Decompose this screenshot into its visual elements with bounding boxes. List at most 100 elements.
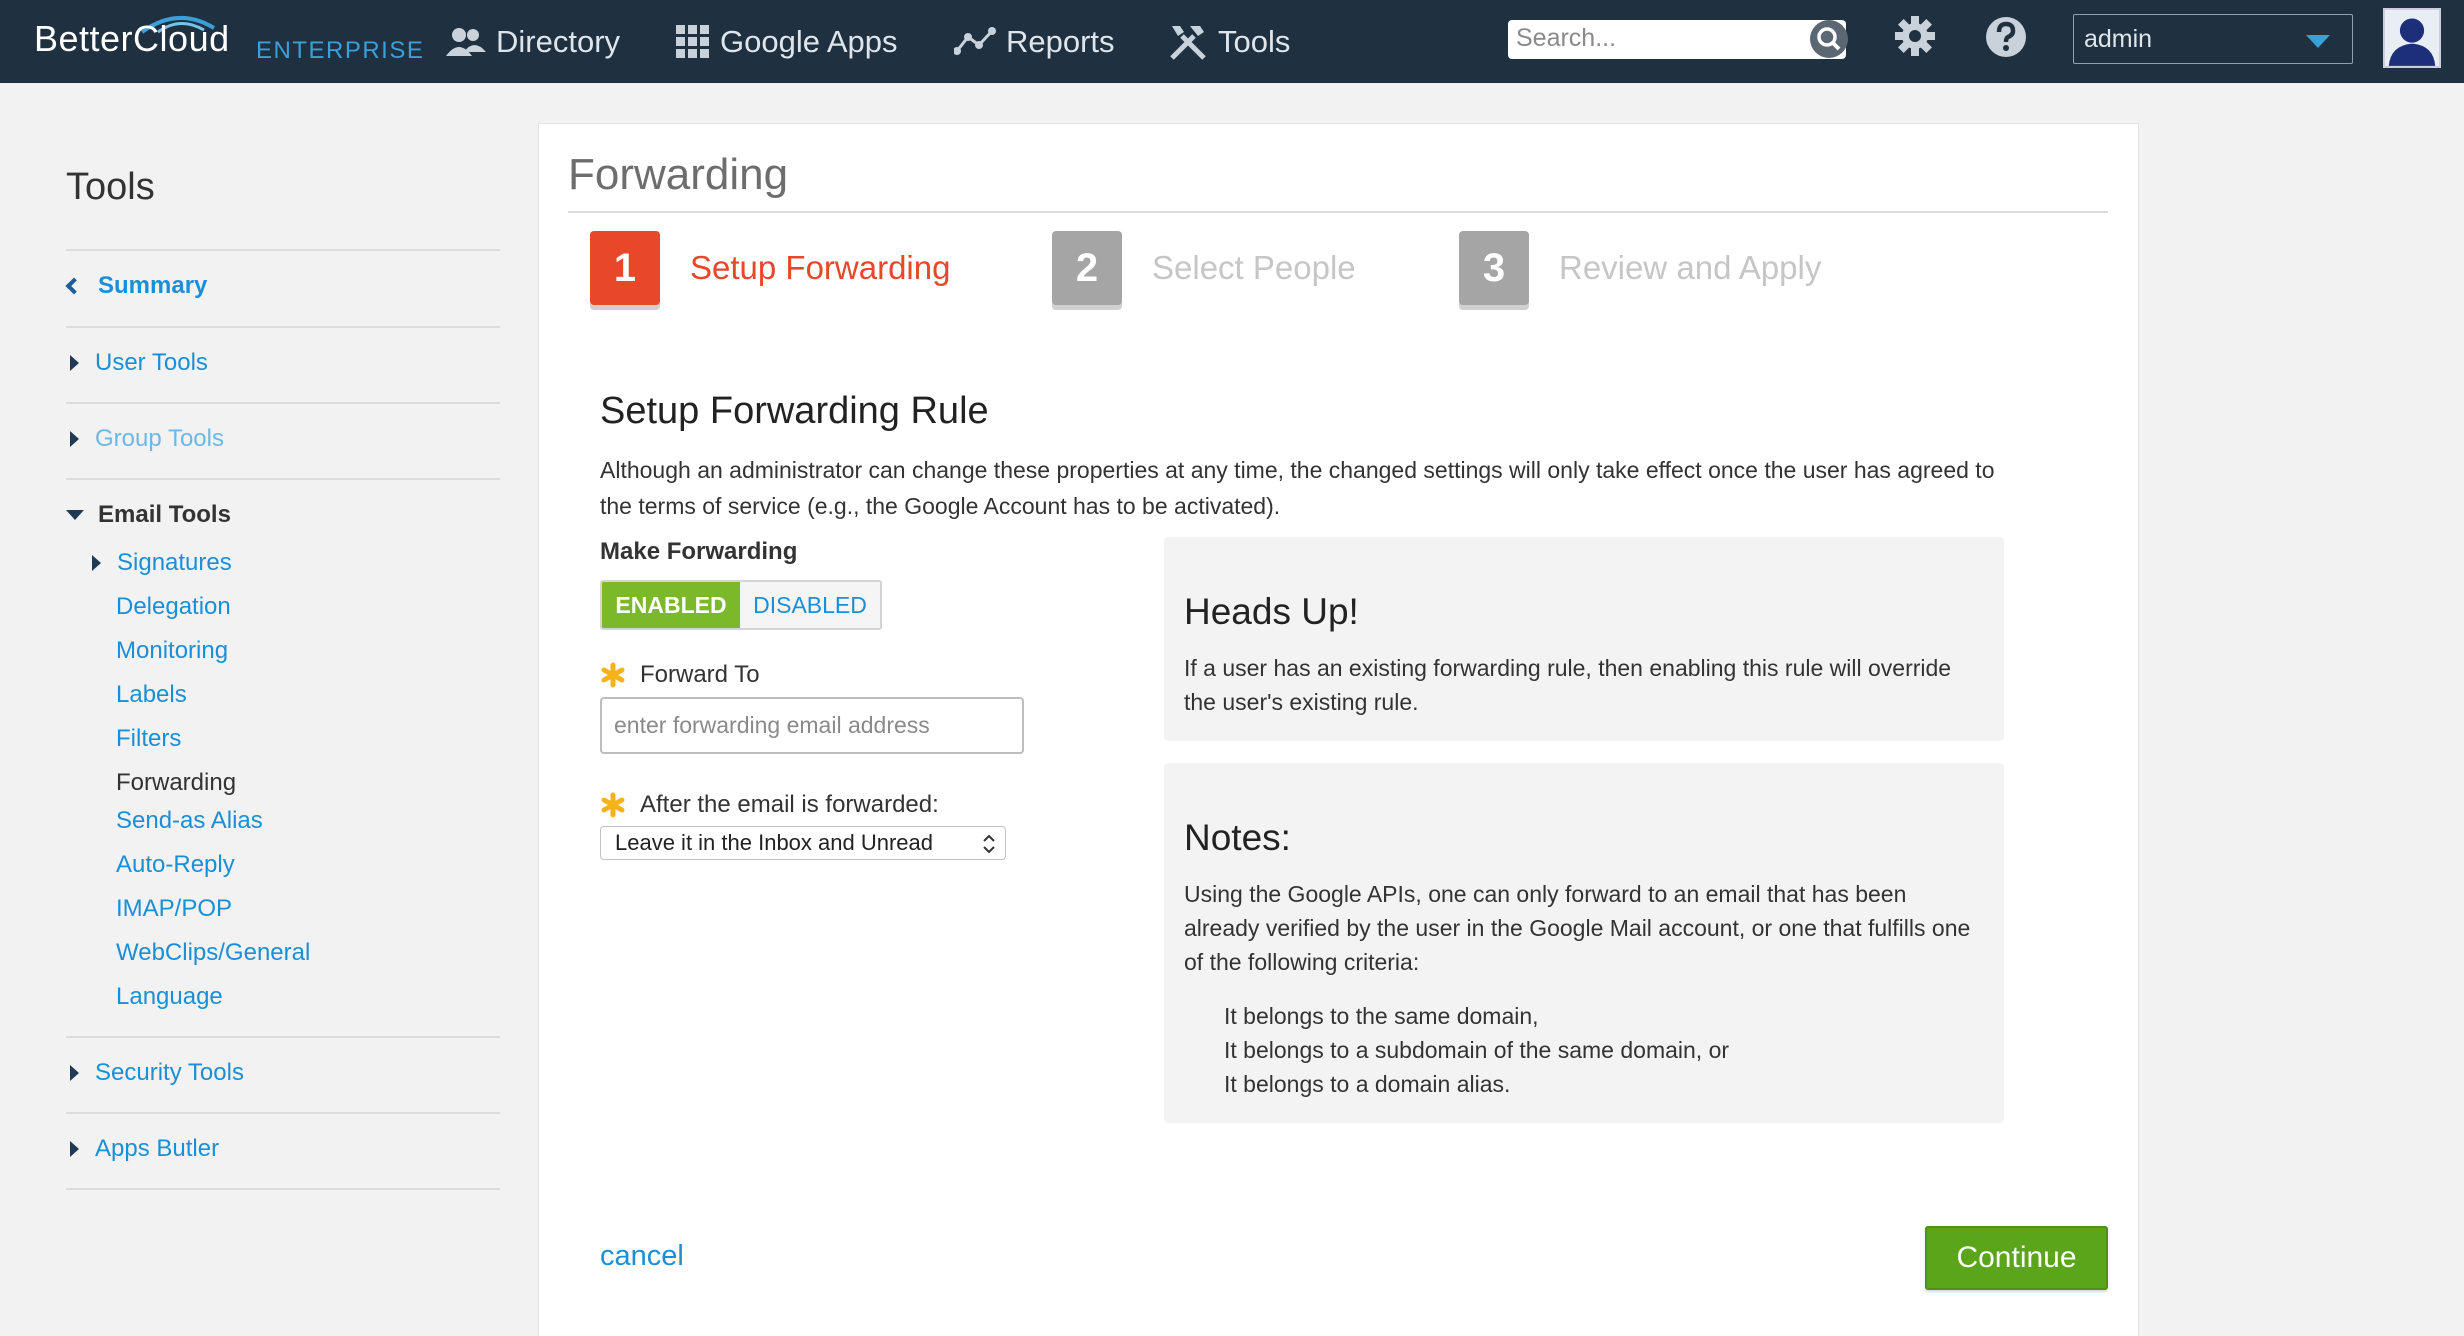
notes-text: Using the Google APIs, one can only forw… — [1184, 881, 1971, 975]
nav-google-apps[interactable]: Google Apps — [676, 20, 898, 64]
sidebar-item-email-tools[interactable]: Email Tools — [66, 501, 231, 529]
sidebar-item-filters[interactable]: Filters — [116, 725, 181, 753]
section-description: Although an administrator can change the… — [600, 457, 1995, 519]
after-forward-field-label: After the email is forwarded: — [600, 791, 939, 819]
brand-edition: ENTERPRISE — [256, 37, 425, 64]
sidebar-item-label: Summary — [98, 272, 208, 299]
user-name: admin — [2084, 25, 2153, 53]
sidebar-item-delegation[interactable]: Delegation — [116, 593, 231, 621]
notes-criterion: It belongs to a subdomain of the same do… — [1224, 1037, 1730, 1063]
step-label: Select People — [1152, 249, 1356, 286]
sidebar-item-label: Security Tools — [95, 1059, 244, 1086]
caret-right-icon — [70, 1065, 79, 1081]
nav-google-apps-label: Google Apps — [720, 24, 898, 59]
heads-up-panel: Heads Up! If a user has an existing forw… — [1164, 537, 2004, 741]
nav-reports[interactable]: Reports — [954, 20, 1115, 64]
notes-criterion: It belongs to the same domain, — [1224, 1003, 1539, 1029]
nav-directory[interactable]: Directory — [446, 20, 620, 64]
toggle-disabled[interactable]: DISABLED — [740, 582, 880, 628]
notes-criterion: It belongs to a domain alias. — [1224, 1071, 1511, 1097]
sidebar-item-labels[interactable]: Labels — [116, 681, 187, 709]
cancel-link[interactable]: cancel — [600, 1240, 684, 1273]
gear-icon[interactable] — [1893, 14, 1937, 58]
caret-right-icon — [70, 431, 79, 447]
sidebar-item-monitoring[interactable]: Monitoring — [116, 637, 228, 665]
sidebar-item-apps-butler[interactable]: Apps Butler — [64, 1135, 219, 1163]
step-label: Setup Forwarding — [690, 249, 951, 286]
nav-reports-label: Reports — [1006, 24, 1115, 59]
forward-to-field-label: Forward To — [600, 661, 760, 689]
forwarding-toggle: ENABLED DISABLED — [600, 580, 882, 630]
sidebar-item-imap-pop[interactable]: IMAP/POP — [116, 895, 232, 923]
search-icon[interactable] — [1808, 18, 1850, 60]
sidebar-item-user-tools[interactable]: User Tools — [64, 349, 208, 377]
sidebar-item-forwarding[interactable]: Forwarding — [116, 769, 236, 797]
nav-directory-label: Directory — [496, 24, 621, 59]
notes-title: Notes: — [1184, 817, 1291, 858]
heads-up-title: Heads Up! — [1184, 591, 1359, 632]
sidebar-divider — [66, 1036, 500, 1038]
sidebar-divider — [66, 1112, 500, 1114]
sidebar-item-label: Group Tools — [95, 425, 224, 452]
sidebar-item-label: User Tools — [95, 349, 208, 376]
sidebar-item-auto-reply[interactable]: Auto-Reply — [116, 851, 235, 879]
section-title: Setup Forwarding Rule — [600, 390, 989, 432]
tools-icon — [1170, 26, 1206, 60]
sidebar-divider — [66, 402, 500, 404]
sidebar-item-security-tools[interactable]: Security Tools — [64, 1059, 244, 1087]
sidebar-item-signatures[interactable]: Signatures — [86, 549, 232, 577]
continue-button[interactable]: Continue — [1925, 1226, 2108, 1290]
forward-to-input[interactable] — [600, 697, 1024, 754]
make-forwarding-label: Make Forwarding — [600, 538, 798, 565]
page-title: Forwarding — [568, 150, 789, 199]
step-number: 2 — [1052, 231, 1122, 305]
step-number: 1 — [590, 231, 660, 305]
line-chart-icon — [954, 27, 996, 55]
user-dropdown[interactable]: admin — [2073, 14, 2353, 64]
required-star-icon — [601, 792, 625, 818]
sidebar-divider — [66, 478, 500, 480]
sidebar-item-webclips[interactable]: WebClips/General — [116, 939, 310, 967]
sidebar-item-label: Apps Butler — [95, 1135, 220, 1162]
help-icon[interactable] — [1985, 16, 2027, 58]
avatar[interactable] — [2383, 8, 2441, 68]
forward-to-label: Forward To — [640, 661, 760, 688]
after-forward-value: Leave it in the Inbox and Unread — [615, 830, 934, 855]
sidebar-divider — [66, 326, 500, 328]
sidebar-item-language[interactable]: Language — [116, 983, 223, 1011]
heads-up-text: If a user has an existing forwarding rul… — [1184, 655, 1952, 715]
sidebar-item-label: Signatures — [117, 549, 232, 576]
nav-tools-label: Tools — [1218, 24, 1291, 59]
select-arrows-icon — [983, 834, 995, 854]
step-number: 3 — [1459, 231, 1529, 305]
required-star-icon — [601, 662, 625, 688]
chevron-down-icon — [2306, 35, 2330, 48]
step-select-people: 2 Select People — [1052, 231, 1356, 305]
toggle-enabled[interactable]: ENABLED — [602, 582, 740, 628]
sidebar-divider — [66, 249, 500, 251]
users-icon — [446, 28, 486, 56]
after-forward-label: After the email is forwarded: — [640, 791, 939, 818]
search-input[interactable] — [1516, 20, 1796, 57]
chevron-left-icon — [65, 277, 83, 295]
search-box — [1508, 20, 1848, 59]
step-setup-forwarding: 1 Setup Forwarding — [590, 231, 950, 305]
grid-icon — [676, 25, 709, 58]
brand-name: BetterCloud — [34, 18, 230, 59]
caret-right-icon — [70, 1141, 79, 1157]
nav-tools[interactable]: Tools — [1168, 20, 1290, 64]
step-review-and-apply: 3 Review and Apply — [1459, 231, 1821, 305]
notes-panel: Notes: Using the Google APIs, one can on… — [1164, 763, 2004, 1123]
after-forward-select[interactable]: Leave it in the Inbox and Unread — [600, 826, 1006, 860]
title-divider — [568, 211, 2108, 213]
caret-down-icon — [66, 510, 84, 520]
top-navbar: BetterCloud ENTERPRISE Directory Google … — [0, 0, 2464, 83]
sidebar-divider — [66, 1188, 500, 1190]
caret-right-icon — [92, 555, 101, 571]
sidebar-title: Tools — [66, 166, 155, 208]
sidebar-item-label: Email Tools — [98, 501, 231, 528]
sidebar-item-summary[interactable]: Summary — [64, 272, 207, 300]
step-label: Review and Apply — [1559, 249, 1822, 286]
sidebar-item-group-tools[interactable]: Group Tools — [64, 425, 224, 453]
sidebar-item-send-as-alias[interactable]: Send-as Alias — [116, 807, 263, 835]
